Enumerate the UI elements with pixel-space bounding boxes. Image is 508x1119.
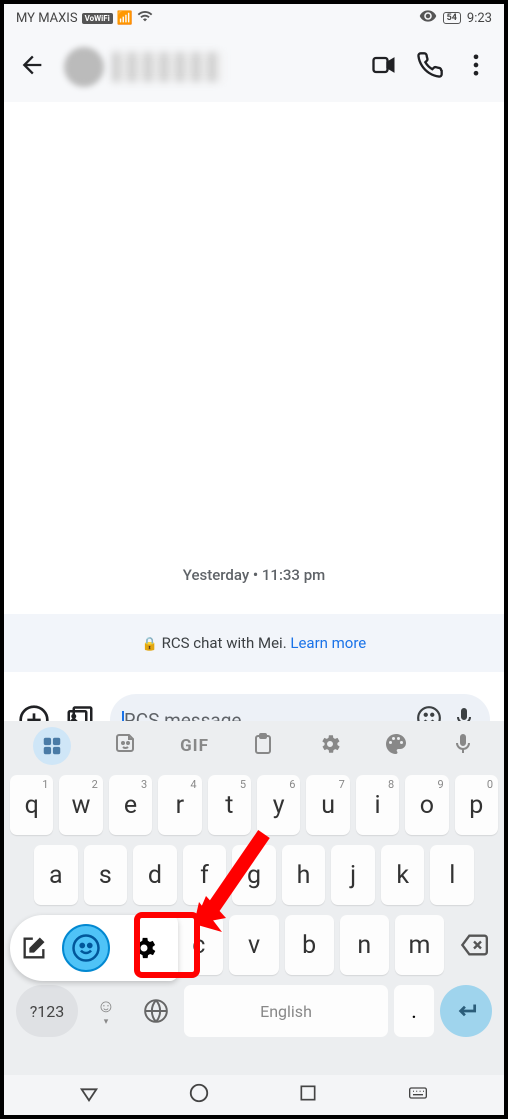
nav-home-button[interactable] (188, 1082, 210, 1108)
video-call-button[interactable] (370, 51, 398, 83)
key-r[interactable]: r4 (158, 775, 201, 835)
vowifi-badge: VoWiFi (82, 13, 113, 24)
battery-icon: 54 (443, 12, 461, 24)
key-k[interactable]: k (381, 845, 425, 905)
avatar[interactable] (64, 47, 104, 87)
rcs-banner-text: RCS chat with Mei. (162, 634, 291, 652)
keyboard-mic-button[interactable] (451, 732, 475, 760)
key-b[interactable]: b (285, 915, 334, 975)
clipboard-button[interactable] (251, 732, 275, 760)
key-q[interactable]: q1 (10, 775, 53, 835)
key-o[interactable]: o9 (405, 775, 448, 835)
gif-button[interactable]: GIF (180, 736, 209, 756)
nav-keyboard-button[interactable] (406, 1083, 430, 1107)
app-bar (4, 32, 504, 102)
key-m[interactable]: m (395, 915, 444, 975)
key-t[interactable]: t5 (208, 775, 251, 835)
key-g[interactable]: g (232, 845, 276, 905)
rcs-banner: 🔒 RCS chat with Mei. Learn more (4, 614, 504, 672)
key-l[interactable]: l (430, 845, 474, 905)
key-n[interactable]: n (340, 915, 389, 975)
enter-key[interactable] (440, 985, 492, 1037)
nav-recents-button[interactable] (298, 1083, 318, 1107)
keyboard-row-2: asdfghjkl (10, 845, 498, 905)
backspace-key[interactable] (450, 915, 498, 975)
status-bar: MY MAXIS VoWiFi 📶 54 9:23 (4, 4, 504, 32)
keyboard-popup (10, 915, 178, 981)
symbols-key[interactable]: ?123 (16, 985, 78, 1037)
conversation-area[interactable]: Yesterday • 11:33 pm (4, 102, 504, 614)
nav-back-button[interactable] (78, 1082, 100, 1108)
phone-call-button[interactable] (416, 51, 444, 83)
key-i[interactable]: i8 (356, 775, 399, 835)
keyboard-row-4: ?123 ☺▾ English . (10, 985, 498, 1037)
space-key[interactable]: English (184, 985, 388, 1037)
back-button[interactable] (18, 51, 46, 83)
carrier-label: MY MAXIS (16, 11, 78, 26)
message-timestamp: Yesterday • 11:33 pm (4, 566, 504, 584)
learn-more-link[interactable]: Learn more (290, 634, 366, 652)
key-j[interactable]: j (331, 845, 375, 905)
eye-icon (419, 7, 437, 29)
popup-edit-icon[interactable] (16, 930, 52, 966)
key-f[interactable]: f (183, 845, 227, 905)
emoji-key[interactable]: ☺▾ (84, 985, 128, 1037)
clock-label: 9:23 (467, 11, 492, 26)
popup-settings-icon[interactable] (120, 924, 168, 972)
lock-icon: 🔒 (142, 637, 158, 652)
keyboard: GIF q1w2e3r4t5y6u7i8o9p0 asdfghjkl zxcvb… (4, 721, 504, 1115)
sticker-button[interactable] (114, 732, 138, 760)
contact-name[interactable] (112, 52, 222, 82)
key-e[interactable]: e3 (109, 775, 152, 835)
key-d[interactable]: d (133, 845, 177, 905)
popup-emoji-icon[interactable] (62, 924, 110, 972)
keyboard-row-1: q1w2e3r4t5y6u7i8o9p0 (10, 775, 498, 835)
key-s[interactable]: s (84, 845, 128, 905)
signal-icon: 📶 (117, 11, 133, 26)
key-y[interactable]: y6 (257, 775, 300, 835)
key-u[interactable]: u7 (306, 775, 349, 835)
key-h[interactable]: h (282, 845, 326, 905)
key-p[interactable]: p0 (455, 775, 498, 835)
key-v[interactable]: v (229, 915, 278, 975)
key-w[interactable]: w2 (59, 775, 102, 835)
theme-button[interactable] (384, 732, 408, 760)
nav-bar (4, 1075, 504, 1115)
keyboard-toolbar: GIF (4, 721, 504, 771)
wifi-icon (137, 8, 153, 28)
language-key[interactable] (134, 985, 178, 1037)
key-a[interactable]: a (34, 845, 78, 905)
period-key[interactable]: . (394, 985, 434, 1037)
overflow-menu-button[interactable] (462, 51, 490, 83)
keyboard-settings-button[interactable] (318, 732, 342, 760)
key-c[interactable]: c (174, 915, 223, 975)
keyboard-apps-button[interactable] (33, 727, 71, 765)
